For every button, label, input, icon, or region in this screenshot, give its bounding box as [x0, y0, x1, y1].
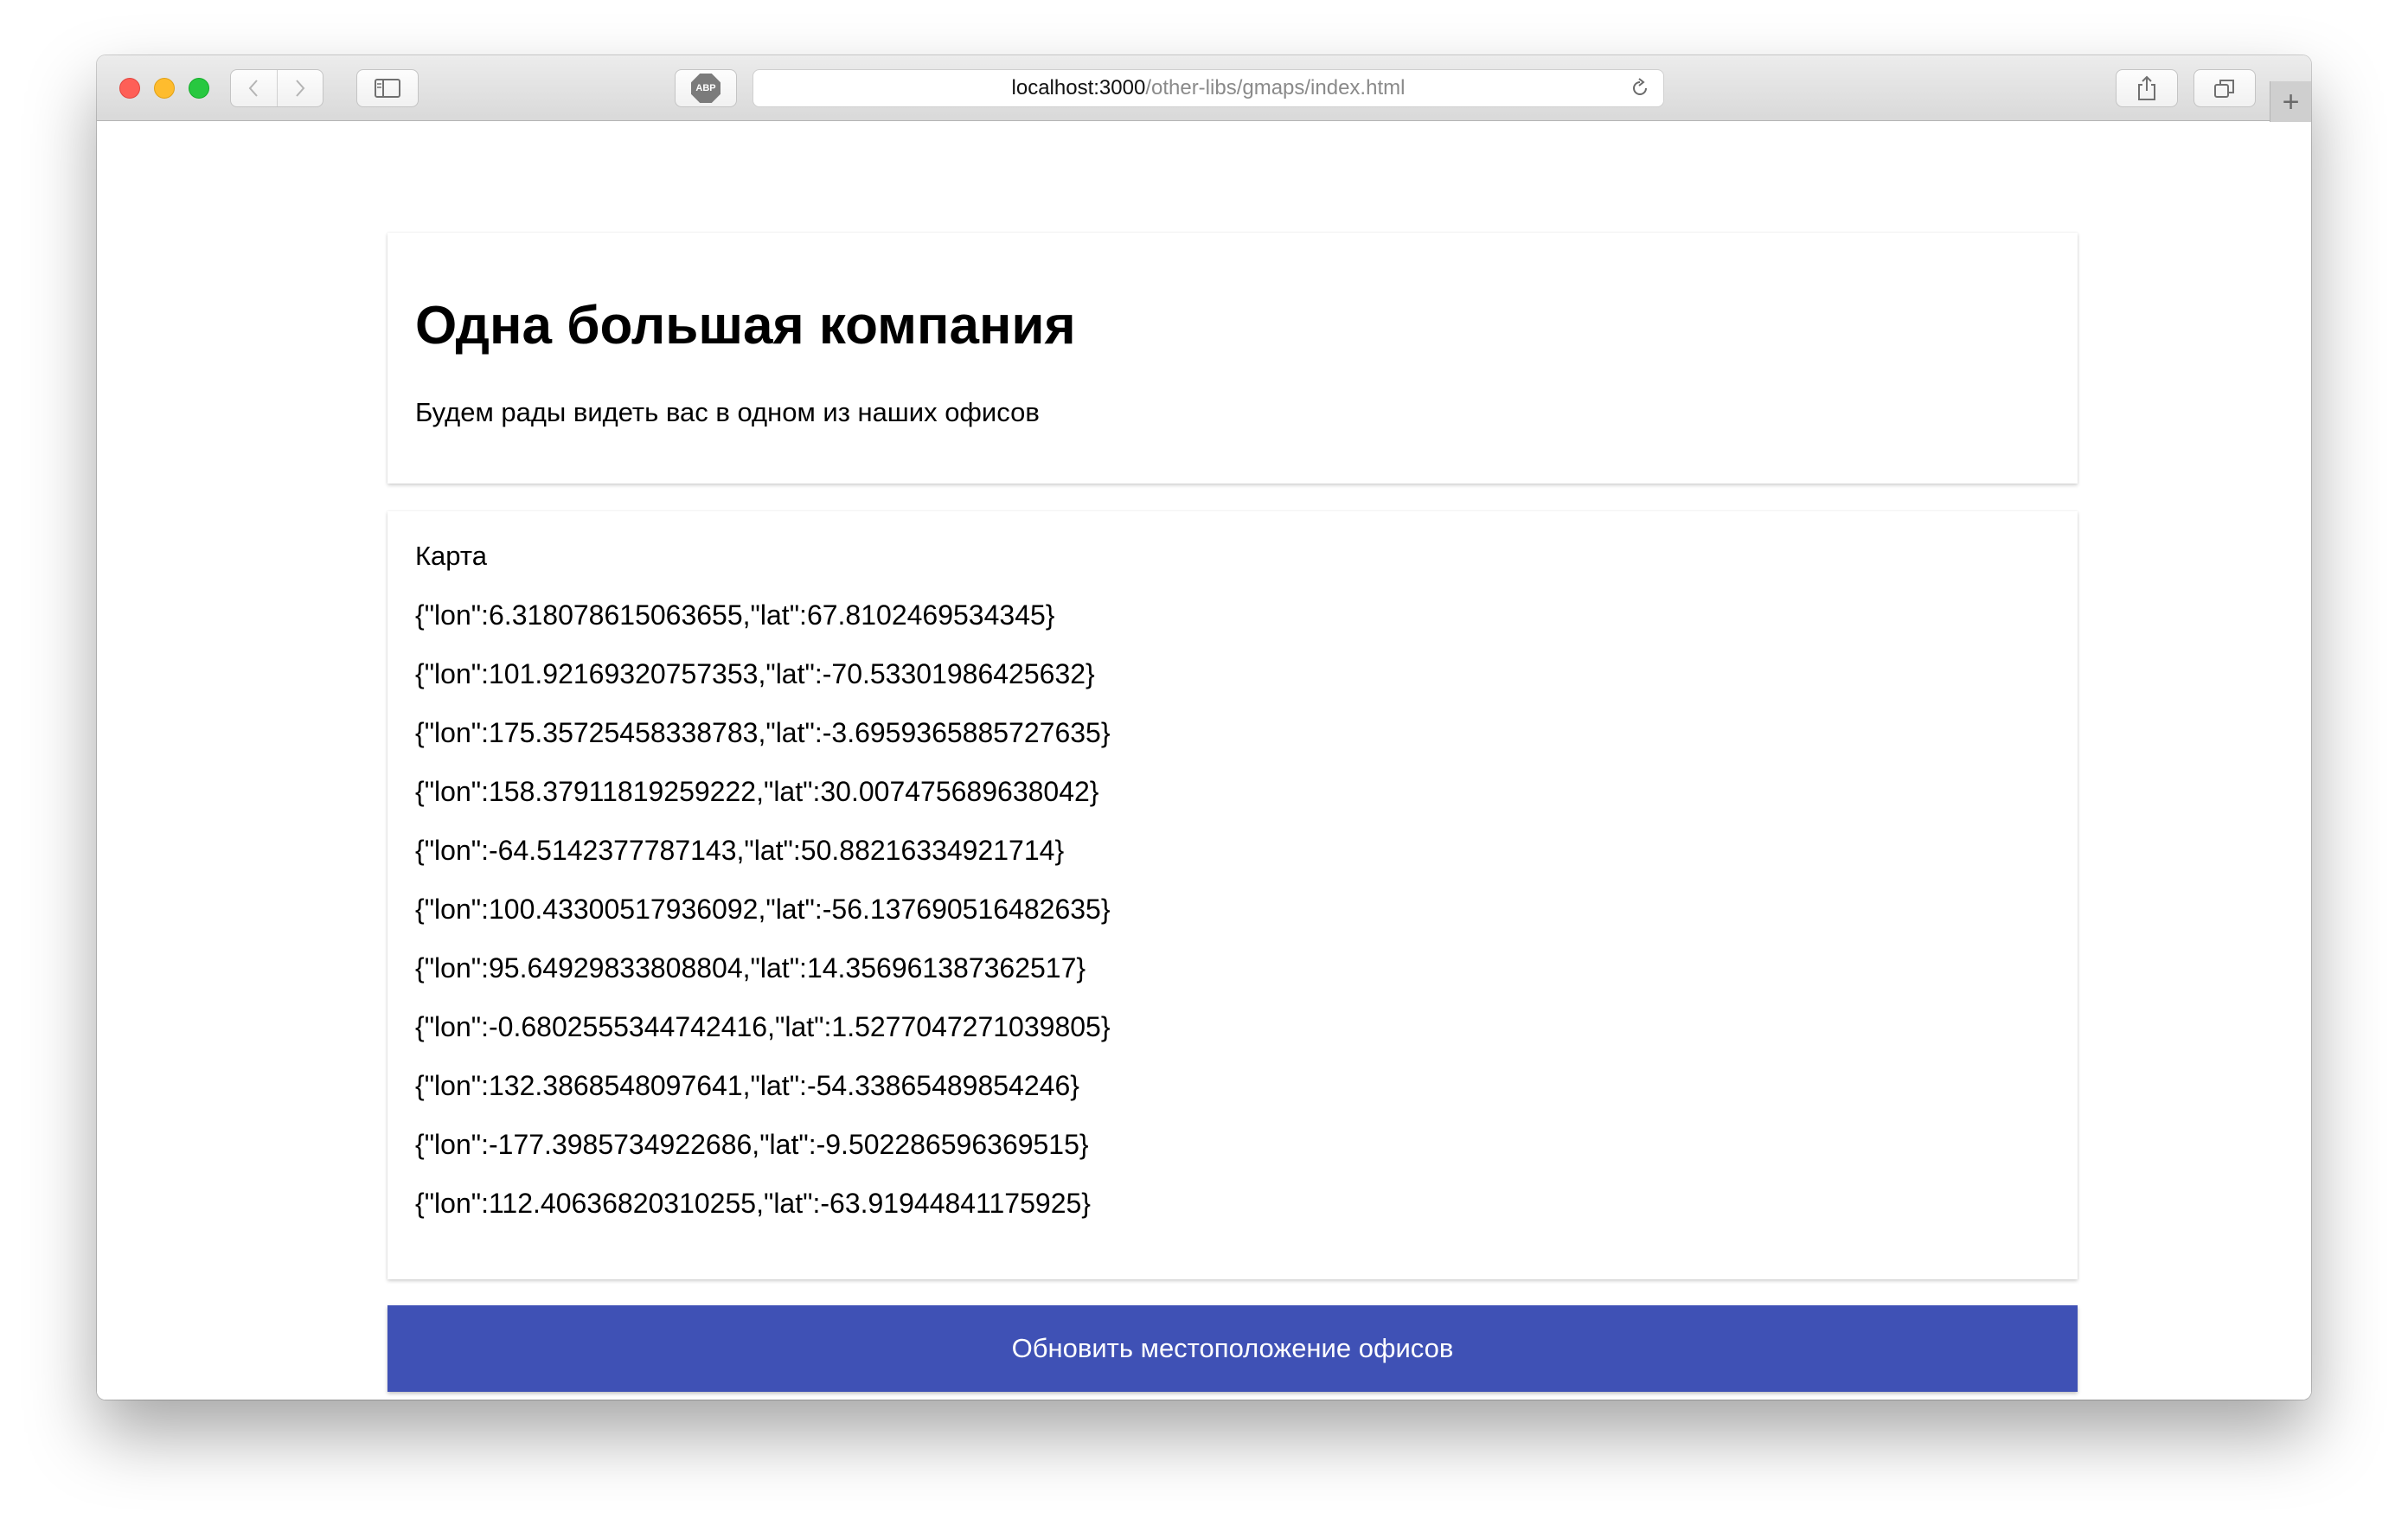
address-bar[interactable]: localhost:3000/other-libs/gmaps/index.ht… [752, 69, 1664, 107]
office-coordinates-list: {"lon":6.318078615063655,"lat":67.810246… [415, 599, 1111, 1246]
show-tabs-button[interactable] [2193, 69, 2256, 107]
company-header-card: Одна большая компания Будем рады видеть … [387, 233, 2078, 484]
sidebar-icon [375, 79, 400, 98]
office-coordinate: {"lon":101.92169320757353,"lat":-70.5330… [415, 658, 1095, 689]
office-coordinate: {"lon":158.37911819259222,"lat":30.00747… [415, 776, 1099, 807]
close-window-button[interactable] [119, 78, 140, 99]
office-coordinate: {"lon":100.43300517936092,"lat":-56.1376… [415, 894, 1111, 925]
url-path: /other-libs/gmaps/index.html [1145, 76, 1406, 99]
url-host: localhost:3000 [1011, 76, 1146, 99]
office-coordinate: {"lon":-177.3985734922686,"lat":-9.50228… [415, 1129, 1089, 1160]
office-coordinate: {"lon":112.40636820310255,"lat":-63.9194… [415, 1188, 1091, 1219]
adblock-button[interactable]: ABP [675, 69, 737, 107]
back-button[interactable] [231, 70, 277, 106]
map-card: Карта {"lon":6.318078615063655,"lat":67.… [387, 511, 2078, 1279]
office-coordinate: {"lon":132.3868548097641,"lat":-54.33865… [415, 1070, 1079, 1101]
reload-icon [1633, 78, 1647, 95]
page-title: Одна большая компания [415, 296, 1076, 356]
update-office-locations-button[interactable]: Обновить местоположение офисов [387, 1305, 2078, 1392]
office-coordinate: {"lon":95.64929833808804,"lat":14.356961… [415, 952, 1086, 984]
tabs-icon [2214, 80, 2234, 98]
page-subtitle: Будем рады видеть вас в одном из наших о… [415, 397, 1040, 427]
sidebar-toggle-button[interactable] [356, 69, 419, 107]
forward-button[interactable] [276, 70, 323, 106]
page-content: Одна большая компания Будем рады видеть … [97, 122, 2311, 1400]
history-navigation [230, 69, 323, 107]
browser-window: ABP localhost:3000/other-libs/gmaps/inde… [97, 55, 2311, 1400]
adblock-icon: ABP [691, 74, 720, 103]
office-coordinate: {"lon":6.318078615063655,"lat":67.810246… [415, 599, 1055, 631]
reload-button[interactable] [1627, 75, 1653, 101]
chevron-right-icon [296, 80, 305, 97]
map-label: Карта [415, 541, 487, 571]
new-tab-button[interactable]: + [2270, 81, 2311, 123]
plus-icon: + [2282, 85, 2300, 119]
office-coordinate: {"lon":-64.5142377787143,"lat":50.882163… [415, 835, 1065, 866]
share-icon [2138, 75, 2155, 100]
office-coordinate: {"lon":-0.6802555344742416,"lat":1.52770… [415, 1011, 1111, 1042]
minimize-window-button[interactable] [154, 78, 175, 99]
browser-toolbar: ABP localhost:3000/other-libs/gmaps/inde… [97, 55, 2311, 123]
zoom-window-button[interactable] [189, 78, 209, 99]
office-coordinate: {"lon":175.35725458338783,"lat":-3.69593… [415, 717, 1111, 748]
chevron-left-icon [249, 80, 259, 97]
share-button[interactable] [2116, 69, 2178, 107]
screenshot-stage: ABP localhost:3000/other-libs/gmaps/inde… [0, 0, 2408, 1538]
